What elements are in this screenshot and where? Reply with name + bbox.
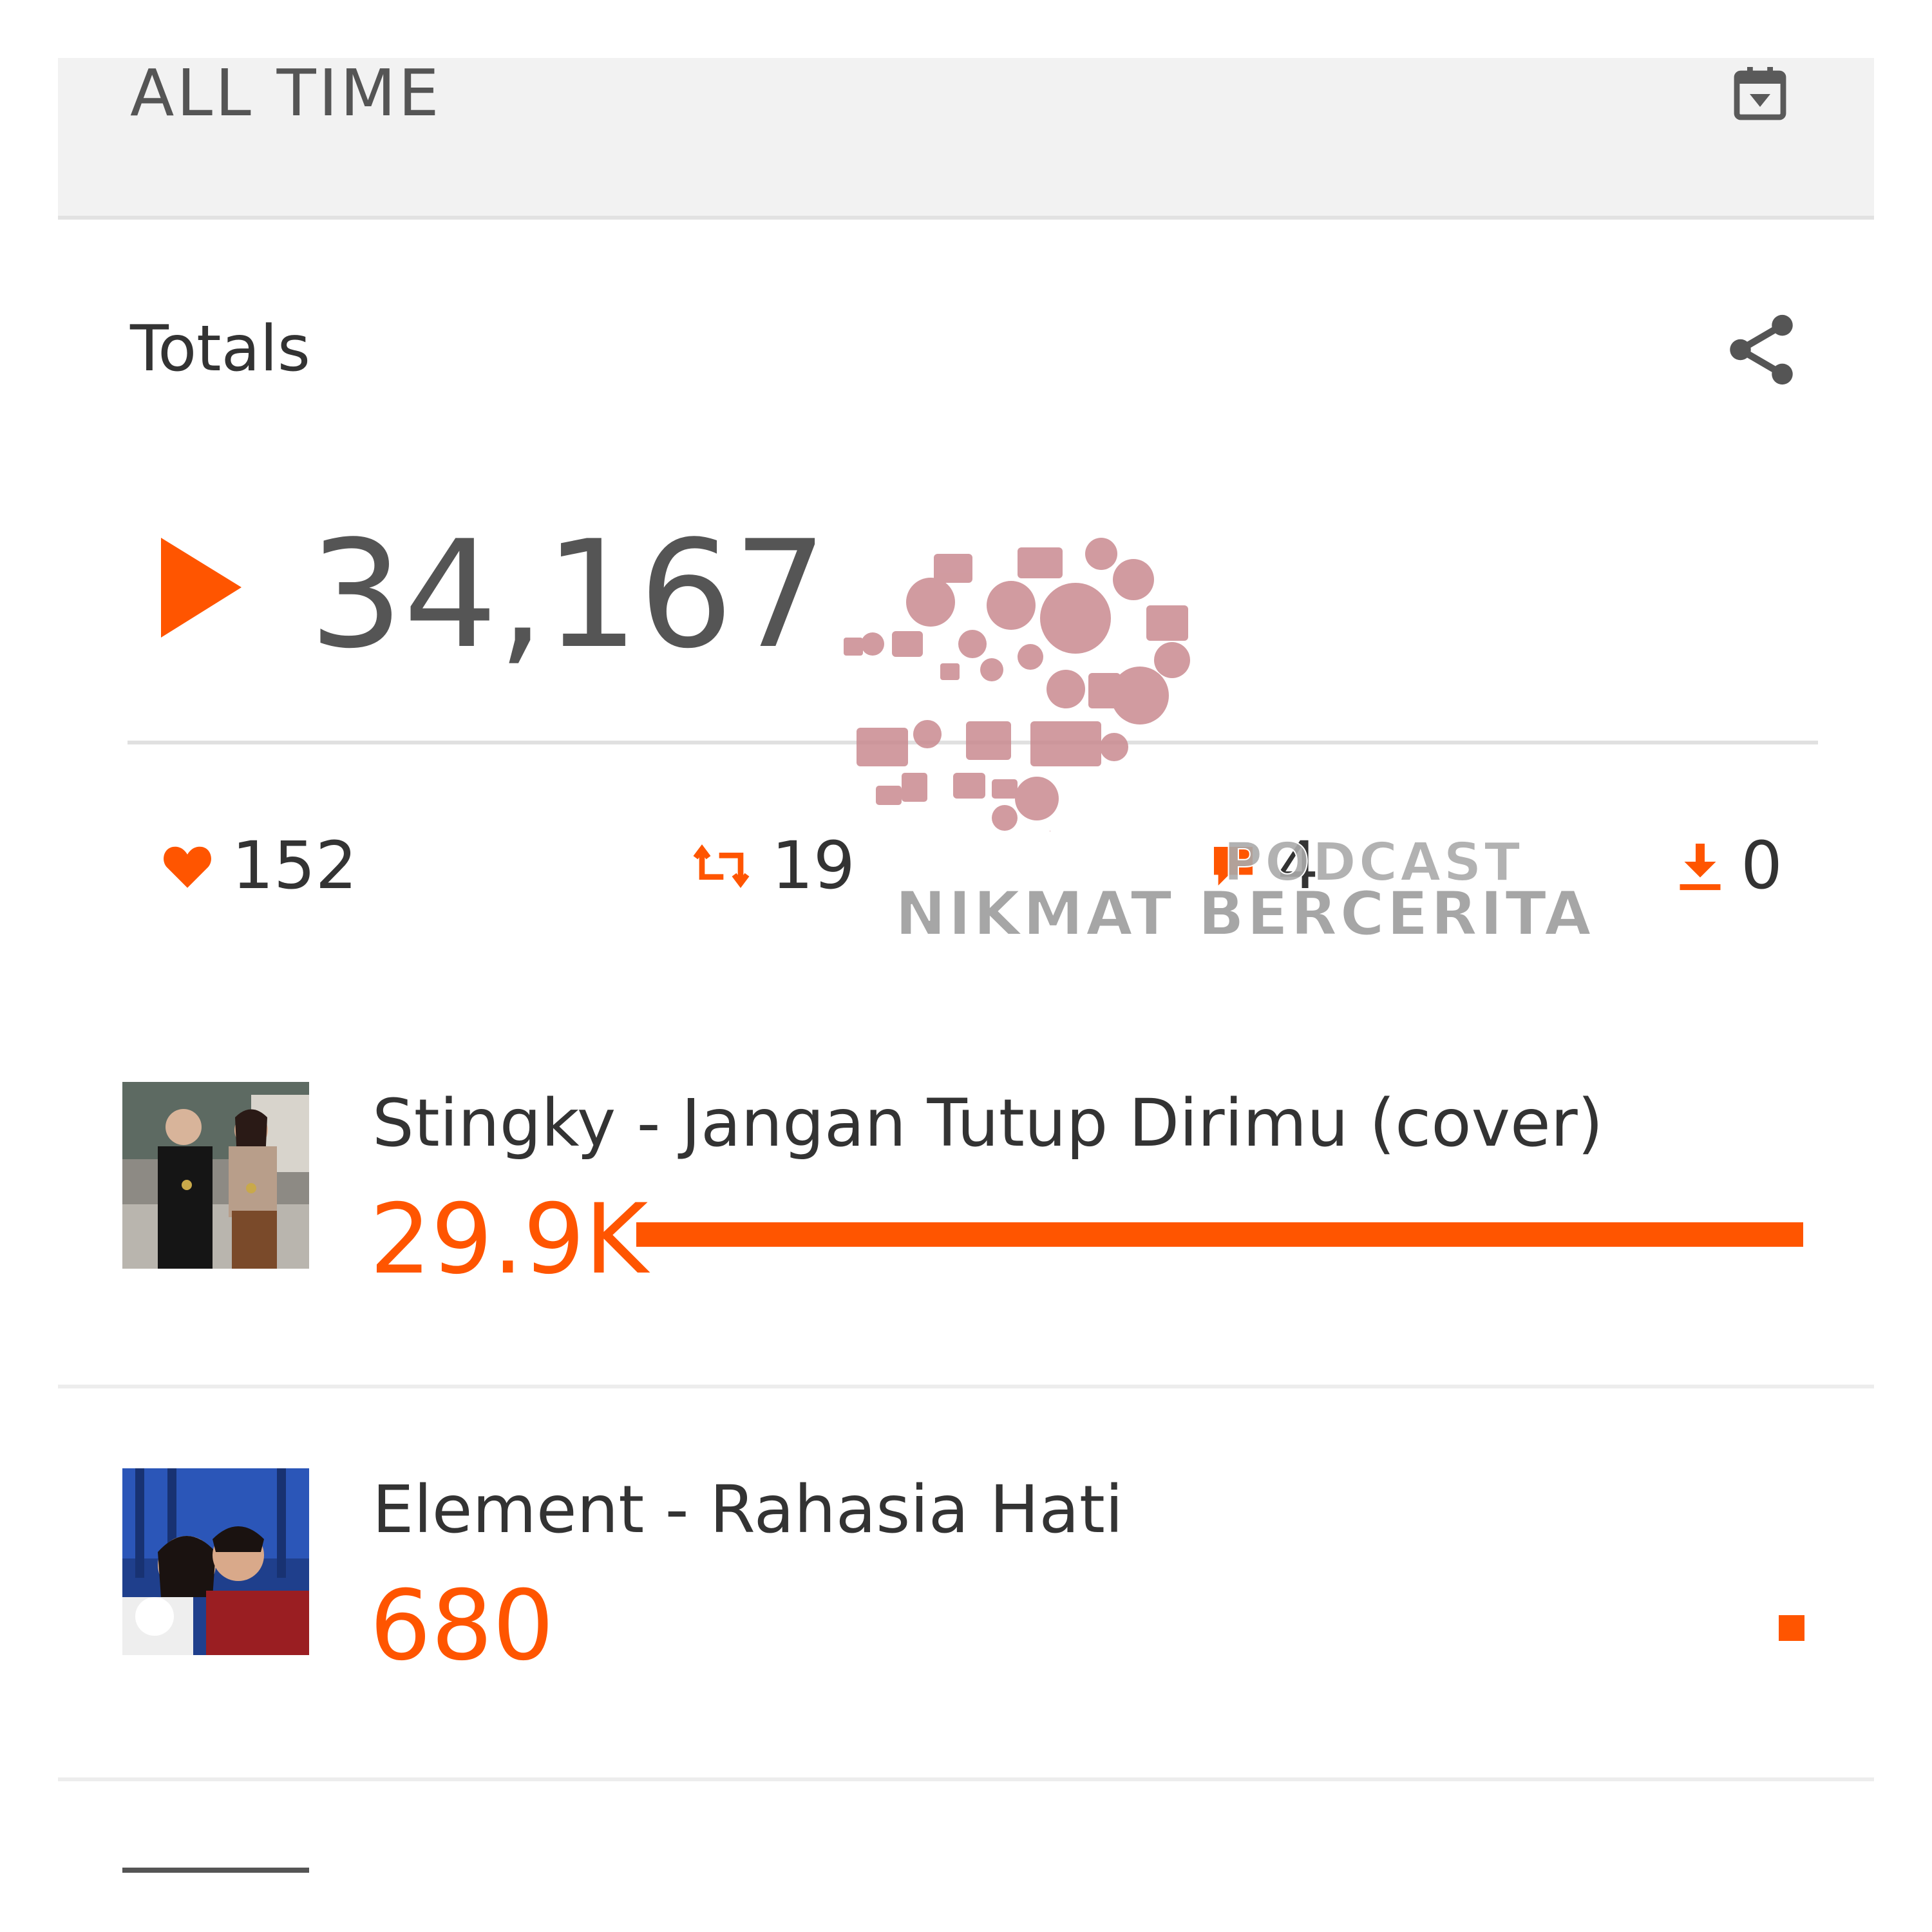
- track-row[interactable]: Stingky - Jangan Tutup Dirimu (cover) 29…: [58, 1069, 1874, 1388]
- track-thumbnail: [122, 1868, 309, 1873]
- calendar-icon[interactable]: [1729, 63, 1791, 125]
- divider: [128, 741, 1818, 744]
- totals-title: Totals: [130, 312, 310, 386]
- track-thumbnail: [122, 1082, 309, 1269]
- watermark-logo: [844, 538, 1190, 831]
- time-range-label: ALL TIME: [130, 55, 442, 131]
- download-icon: [1678, 841, 1723, 891]
- stats-card: ALL TIME Totals 34,167 152 19 4 0 PODCAS…: [58, 0, 1874, 1932]
- track-plays: 680: [370, 1570, 554, 1682]
- track-row[interactable]: Element - Rahasia Hati 680: [58, 1455, 1874, 1781]
- track-row[interactable]: [58, 1868, 1874, 1932]
- repost-icon: [689, 844, 753, 889]
- plays-bar: [636, 1222, 1803, 1247]
- comments-stat: 4: [1208, 831, 1319, 902]
- play-icon: [161, 538, 245, 638]
- time-range-bar[interactable]: ALL TIME: [58, 58, 1874, 220]
- comments-count: 4: [1277, 828, 1319, 904]
- heart-icon: [161, 842, 214, 890]
- comment-icon: [1208, 840, 1259, 892]
- share-icon[interactable]: [1719, 308, 1803, 392]
- total-plays-count: 34,167: [309, 509, 828, 681]
- watermark: PODCAST NIKMAT BERCERITA: [837, 535, 1592, 998]
- track-title[interactable]: Element - Rahasia Hati: [372, 1475, 1123, 1546]
- likes-stat: 152: [161, 831, 357, 902]
- downloads-count: 0: [1741, 828, 1783, 904]
- reposts-count: 19: [772, 828, 855, 904]
- downloads-stat: 0: [1678, 831, 1783, 902]
- stats-page: ALL TIME Totals 34,167 152 19 4 0 PODCAS…: [0, 0, 1932, 1932]
- track-title[interactable]: Stingky - Jangan Tutup Dirimu (cover): [372, 1088, 1603, 1159]
- reposts-stat: 19: [689, 831, 855, 902]
- track-thumbnail: [122, 1468, 309, 1655]
- likes-count: 152: [232, 828, 357, 904]
- plays-bar: [1779, 1615, 1804, 1641]
- track-plays: 29.9K: [370, 1184, 649, 1296]
